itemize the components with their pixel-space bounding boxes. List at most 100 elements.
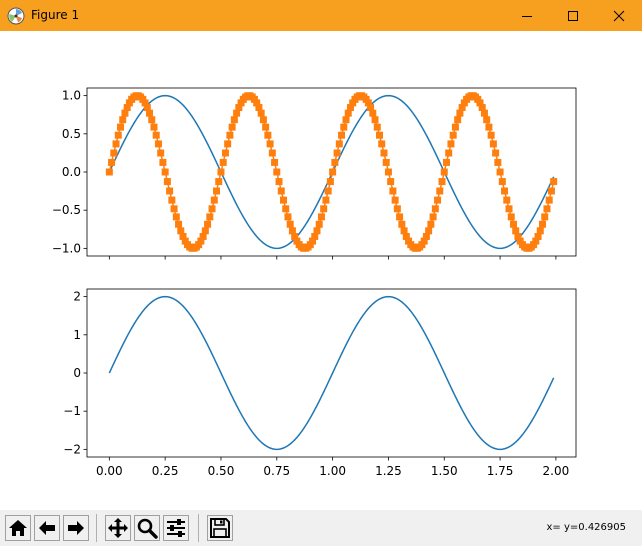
series-marker-1-69	[259, 116, 267, 124]
bottom-subplot: −2 −1 0 1 2 0.00 0.25 0.50 0.75 1.00 1.25 1.50 1.75 2…	[63, 288, 577, 478]
series-marker-1-153	[447, 140, 455, 148]
series-marker-1-180	[507, 213, 515, 221]
series-marker-1-178	[503, 196, 511, 204]
forward-button[interactable]	[63, 515, 89, 541]
series-marker-1-148	[436, 187, 444, 195]
series-marker-1-4	[114, 131, 122, 139]
series-marker-1-51	[219, 158, 227, 166]
back-button[interactable]	[34, 515, 60, 541]
minimize-button[interactable]	[504, 0, 550, 31]
series-marker-1-129	[393, 205, 401, 213]
y-tick-label: 2	[73, 290, 81, 304]
series-marker-1-75	[273, 168, 281, 176]
series-marker-1-48	[213, 187, 221, 195]
series-marker-1-151	[442, 158, 450, 166]
series-marker-1-176	[498, 178, 506, 186]
close-button[interactable]	[596, 0, 642, 31]
series-marker-1-101	[331, 158, 339, 166]
x-tick-label: 0.50	[208, 464, 235, 478]
zoom-icon	[137, 518, 158, 539]
series-marker-1-81	[286, 220, 294, 228]
series-marker-1-155	[451, 123, 459, 131]
series-marker-1-130	[396, 213, 404, 221]
series-marker-1-79	[282, 205, 290, 213]
figure-canvas[interactable]: −1.0 −0.5 0.0 0.5 1.0 −2 −1 0 1 2 0.00 0.25 0.50 0.7…	[0, 31, 642, 510]
navigation-toolbar: x= y=0.426905	[0, 510, 642, 546]
matplotlib-logo-icon	[7, 7, 25, 25]
series-marker-1-198	[547, 187, 555, 195]
series-marker-1-27	[166, 187, 174, 195]
arrow-right-icon	[68, 521, 84, 535]
series-marker-1-80	[284, 213, 292, 221]
zoom-button[interactable]	[134, 515, 160, 541]
maximize-button[interactable]	[550, 0, 596, 31]
series-marker-1-172	[489, 140, 497, 148]
axes-frame	[86, 288, 577, 458]
series-marker-1-70	[262, 123, 270, 131]
series-marker-1-47	[210, 196, 218, 204]
toolbar-separator	[198, 514, 199, 542]
home-button[interactable]	[5, 515, 31, 541]
series-marker-1-23	[157, 149, 165, 157]
series-marker-1-124	[382, 158, 390, 166]
series-marker-1-147	[434, 196, 442, 204]
series-marker-1-53	[224, 140, 232, 148]
series-marker-1-97	[322, 196, 330, 204]
series-marker-1-146	[431, 205, 439, 213]
series-marker-1-0	[105, 168, 113, 176]
y-tick-label: 1	[73, 328, 81, 342]
x-tick-label: 1.25	[375, 464, 402, 478]
series-marker-1-145	[429, 213, 437, 221]
move-icon	[108, 518, 128, 538]
series-marker-1-143	[425, 227, 433, 235]
series-marker-1-125	[384, 168, 392, 176]
series-marker-1-19	[148, 116, 156, 124]
x-tick-label: 0.25	[152, 464, 179, 478]
series-marker-1-131	[398, 220, 406, 228]
series-marker-1-98	[324, 187, 332, 195]
series-marker-1-55	[228, 123, 236, 131]
series-marker-1-175	[496, 168, 504, 176]
series-marker-1-50	[217, 168, 225, 176]
series-marker-1-18	[146, 109, 154, 117]
x-tick-label: 0.75	[263, 464, 290, 478]
series-marker-1-1	[108, 158, 116, 166]
series-marker-1-31	[175, 220, 183, 228]
y-tick-label: −0.5	[52, 203, 81, 217]
series-marker-1-122	[378, 140, 386, 148]
pan-button[interactable]	[105, 515, 131, 541]
series-marker-1-56	[230, 116, 238, 124]
x-tick-label: 0.00	[96, 464, 123, 478]
series-marker-1-104	[338, 131, 346, 139]
series-marker-1-78	[279, 196, 287, 204]
toolbar-separator	[96, 514, 97, 542]
series-marker-1-28	[168, 196, 176, 204]
series-marker-1-76	[275, 178, 283, 186]
x-tick-label: 1.00	[319, 464, 346, 478]
series-marker-1-173	[492, 149, 500, 157]
series-marker-1-121	[376, 131, 384, 139]
series-marker-1-96	[320, 205, 328, 213]
series-marker-1-54	[226, 131, 234, 139]
series-marker-1-99	[326, 178, 334, 186]
close-icon	[613, 10, 625, 21]
series-marker-1-196	[543, 205, 551, 213]
y-tick-label: −1	[63, 404, 81, 418]
series-marker-1-144	[427, 220, 435, 228]
series-marker-1-194	[539, 220, 547, 228]
series-marker-1-95	[317, 213, 325, 221]
series-marker-1-73	[268, 149, 276, 157]
window-title: Figure 1	[31, 8, 80, 22]
series-marker-1-119	[371, 116, 379, 124]
series-marker-1-120	[373, 123, 381, 131]
series-marker-1-52	[221, 149, 229, 157]
save-button[interactable]	[207, 515, 233, 541]
configure-subplots-button[interactable]	[163, 515, 189, 541]
series-marker-1-150	[440, 168, 448, 176]
series-marker-1-25	[161, 168, 169, 176]
y-tick-label: −2	[63, 442, 81, 456]
series-marker-1-93	[313, 227, 321, 235]
series-line-0	[108, 295, 555, 451]
series-marker-1-149	[438, 178, 446, 186]
series-marker-1-193	[536, 227, 544, 235]
